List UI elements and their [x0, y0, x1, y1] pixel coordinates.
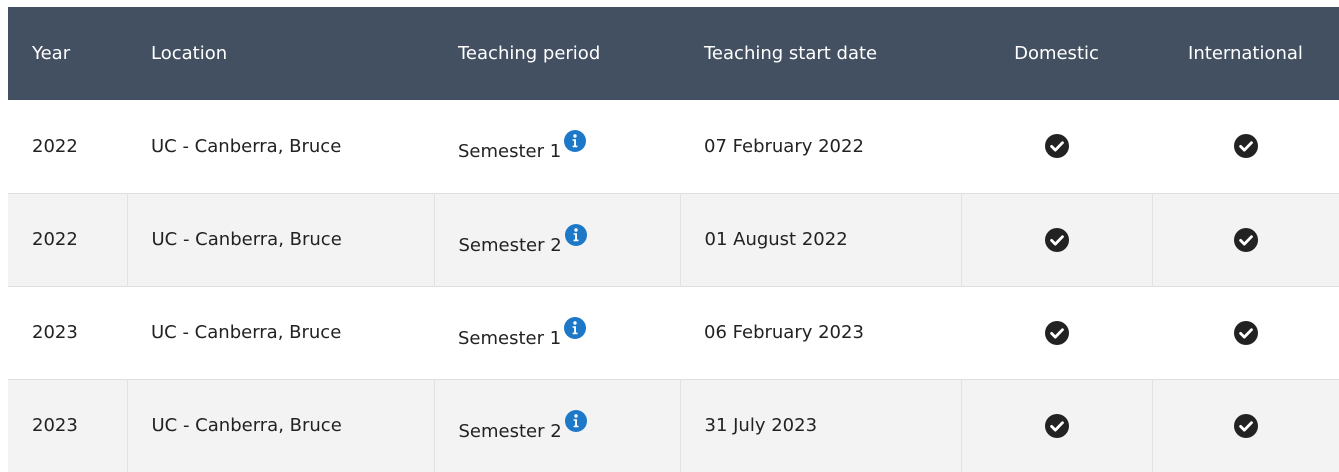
table-row: 2022 UC - Canberra, Bruce Semester 1 07 … — [8, 100, 1339, 193]
cell-international — [1151, 379, 1339, 472]
check-circle-icon — [1233, 413, 1258, 438]
check-circle-icon — [1044, 227, 1069, 252]
cell-teaching-start-date: 06 February 2023 — [704, 322, 864, 343]
availability-panel: Year Location Teaching period Teaching s… — [0, 0, 1339, 472]
teaching-period-label: Semester 1 — [458, 327, 562, 349]
teaching-period-label: Semester 1 — [458, 141, 562, 163]
teaching-period-label: Semester 2 — [458, 234, 562, 256]
header-domestic: Domestic — [1014, 43, 1099, 64]
table-body: 2022 UC - Canberra, Bruce Semester 1 07 … — [8, 100, 1339, 472]
cell-international — [1152, 100, 1339, 193]
info-circle-icon[interactable] — [564, 223, 587, 246]
availability-table: Year Location Teaching period Teaching s… — [8, 7, 1339, 472]
cell-location: UC - Canberra, Bruce — [151, 135, 342, 157]
info-circle-icon[interactable] — [564, 409, 587, 432]
cell-domestic — [960, 193, 1152, 286]
cell-location: UC - Canberra, Bruce — [126, 379, 434, 472]
header-year: Year — [32, 43, 71, 64]
cell-teaching-period: Semester 1 — [434, 286, 680, 379]
check-circle-icon — [1233, 134, 1258, 159]
cell-teaching-start-date: 31 July 2023 — [679, 379, 961, 472]
table-row: 2023 UC - Canberra, Bruce Semester 1 06 … — [8, 286, 1339, 379]
info-circle-icon[interactable] — [564, 130, 587, 153]
table-row: 2022 UC - Canberra, Bruce Semester 2 01 … — [8, 193, 1339, 286]
cell-location: UC - Canberra, Bruce — [126, 193, 434, 286]
check-circle-icon — [1044, 134, 1069, 159]
check-circle-icon — [1233, 320, 1258, 345]
cell-year: 2023 — [32, 322, 78, 343]
cell-year: 2022 — [32, 229, 78, 250]
cell-year: 2023 — [32, 415, 78, 437]
cell-domestic — [961, 286, 1152, 379]
header-location: Location — [151, 43, 228, 64]
cell-teaching-period: Semester 2 — [433, 193, 680, 286]
cell-teaching-period: Semester 1 — [434, 100, 680, 193]
header-teaching-period: Teaching period — [458, 43, 601, 64]
cell-international — [1151, 193, 1339, 286]
header-international: International — [1188, 43, 1303, 64]
cell-teaching-start-date: 07 February 2022 — [704, 135, 864, 157]
cell-teaching-period: Semester 2 — [433, 379, 680, 472]
header-row: Year Location Teaching period Teaching s… — [8, 7, 1339, 100]
cell-teaching-start-date: 01 August 2022 — [679, 193, 961, 286]
cell-domestic — [961, 100, 1152, 193]
table-row: 2023 UC - Canberra, Bruce Semester 2 31 … — [8, 379, 1339, 472]
check-circle-icon — [1233, 227, 1258, 252]
info-circle-icon[interactable] — [564, 316, 587, 339]
cell-international — [1152, 286, 1339, 379]
cell-year: 2022 — [32, 135, 78, 157]
table-header: Year Location Teaching period Teaching s… — [8, 7, 1339, 100]
cell-location: UC - Canberra, Bruce — [151, 322, 342, 343]
header-teaching-start-date: Teaching start date — [704, 43, 878, 64]
check-circle-icon — [1044, 413, 1069, 438]
teaching-period-label: Semester 2 — [458, 420, 562, 442]
cell-domestic — [960, 379, 1152, 472]
check-circle-icon — [1044, 320, 1069, 345]
